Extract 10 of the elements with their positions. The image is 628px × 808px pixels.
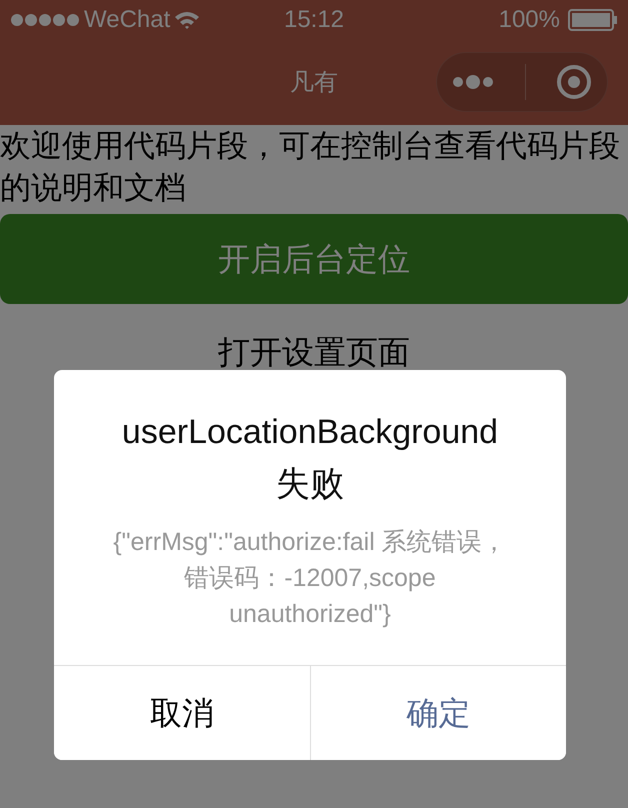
- nav-title: 凡有: [290, 68, 338, 98]
- carrier-label: WeChat: [84, 5, 170, 35]
- dialog-message: {"errMsg":"authorize:fail 系统错误，错误码：-12007,scope unauthorized"}: [112, 527, 508, 630]
- time-label: 15:12: [284, 5, 344, 35]
- location-button[interactable]: 开启后台定位: [0, 214, 628, 304]
- intro-text: 欢迎使用代码片段，可在控制台查看代码片段的说明和文档: [0, 127, 621, 207]
- settings-button[interactable]: 打开设置页面: [212, 304, 416, 399]
- confirm-button[interactable]: 确定: [310, 666, 566, 760]
- dialog-title: userLocationBackground失败: [120, 412, 500, 505]
- battery-percent: 100%: [498, 5, 560, 35]
